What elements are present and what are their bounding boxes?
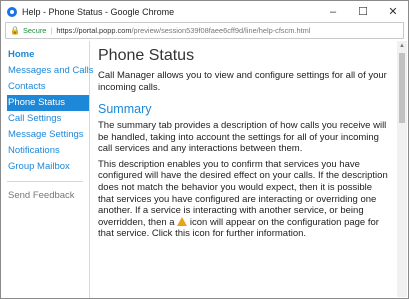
url-path: /preview/session539f08faee6cff9d/line/he… bbox=[131, 26, 311, 35]
page-content: Home Messages and Calls Contacts Phone S… bbox=[1, 41, 396, 298]
sidebar-item-call-settings[interactable]: Call Settings bbox=[7, 111, 89, 127]
window-title: Help - Phone Status - Google Chrome bbox=[22, 6, 175, 17]
vertical-scrollbar[interactable]: ▲ bbox=[397, 41, 407, 297]
help-article: Phone Status Call Manager allows you to … bbox=[90, 41, 396, 298]
address-bar[interactable]: 🔒 Secure | https://portal.popp.com/previ… bbox=[5, 22, 404, 39]
sidebar-item-home[interactable]: Home bbox=[7, 47, 89, 63]
sidebar-item-message-settings[interactable]: Message Settings bbox=[7, 127, 89, 143]
scroll-up-arrow-icon[interactable]: ▲ bbox=[397, 41, 407, 51]
maximize-button[interactable]: ☐ bbox=[348, 5, 378, 18]
summary-paragraph: The summary tab provides a description o… bbox=[98, 120, 387, 155]
address-separator: | bbox=[50, 26, 53, 35]
scroll-thumb[interactable] bbox=[399, 53, 405, 123]
sidebar-nav: Home Messages and Calls Contacts Phone S… bbox=[7, 41, 94, 298]
sidebar-item-contacts[interactable]: Contacts bbox=[7, 79, 89, 95]
sidebar-item-phone-status[interactable]: Phone Status bbox=[7, 95, 89, 111]
secure-label: Secure bbox=[22, 26, 47, 35]
section-title-summary: Summary bbox=[98, 102, 152, 116]
intro-text: Call Manager allows you to view and conf… bbox=[98, 70, 387, 93]
title-bar: Help - Phone Status - Google Chrome – ☐ … bbox=[1, 1, 408, 22]
sidebar-item-group-mailbox[interactable]: Group Mailbox bbox=[7, 159, 89, 175]
send-feedback-link[interactable]: Send Feedback bbox=[7, 188, 89, 204]
sidebar-item-messages-and-calls[interactable]: Messages and Calls bbox=[7, 63, 94, 79]
browser-window: Help - Phone Status - Google Chrome – ☐ … bbox=[0, 0, 409, 299]
lock-icon: 🔒 bbox=[10, 26, 20, 35]
sidebar-item-notifications[interactable]: Notifications bbox=[7, 143, 89, 159]
warning-icon bbox=[177, 216, 188, 226]
url-host: https://portal.popp.com bbox=[56, 26, 132, 35]
sidebar-divider bbox=[7, 181, 83, 182]
minimize-button[interactable]: – bbox=[318, 6, 348, 18]
close-button[interactable]: ✕ bbox=[378, 5, 408, 18]
chrome-icon bbox=[7, 6, 17, 17]
page-title: Phone Status bbox=[98, 47, 195, 64]
description-paragraph: This description enables you to confirm … bbox=[98, 159, 388, 240]
